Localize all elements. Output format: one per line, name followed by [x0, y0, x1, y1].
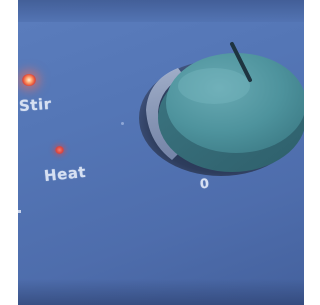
- stir-knob[interactable]: [18, 0, 304, 305]
- knob-top-face[interactable]: [166, 53, 304, 153]
- control-panel: Stir Heat 0: [18, 0, 304, 305]
- knob-zero-mark: 0: [199, 176, 211, 193]
- photo-frame: Stir Heat 0: [0, 0, 304, 305]
- panel-bottom-shadow: [18, 279, 304, 305]
- knob-highlight: [178, 68, 250, 104]
